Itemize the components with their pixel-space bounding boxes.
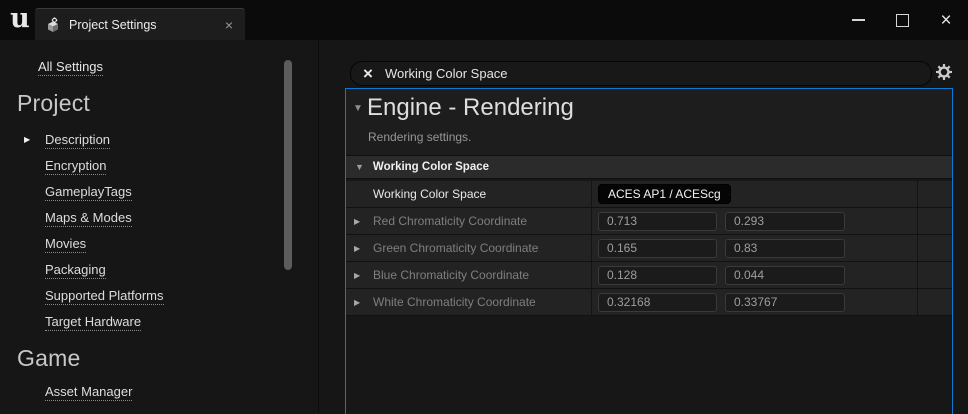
row-working-color-space: Working Color Space ACES AP1 / ACEScg (346, 181, 952, 208)
sidebar-item-packaging[interactable]: Packaging (45, 262, 106, 279)
settings-gear-icon[interactable] (934, 62, 954, 82)
green-y-input[interactable] (725, 239, 845, 258)
tab-close-icon[interactable]: × (225, 18, 233, 32)
settings-sidebar: All Settings Project ▶ Description Encry… (0, 40, 319, 413)
minimize-button[interactable] (848, 10, 868, 30)
window-controls: × (848, 0, 968, 40)
category-header-working-color-space[interactable]: ▼ Working Color Space (346, 155, 952, 179)
maximize-icon (896, 14, 909, 27)
expander-icon[interactable]: ▶ (354, 244, 360, 253)
red-x-input[interactable] (598, 212, 717, 231)
title-bar: u Project Settings × × (0, 0, 968, 40)
sidebar-item-encryption[interactable]: Encryption (45, 158, 106, 175)
search-input[interactable] (383, 65, 931, 82)
clear-search-icon[interactable]: × (363, 65, 373, 82)
category-collapse-icon: ▼ (355, 162, 364, 172)
chevron-down-icon (729, 191, 730, 198)
tab-label: Project Settings (69, 18, 157, 32)
sidebar-item-target-hardware[interactable]: Target Hardware (45, 314, 141, 331)
sidebar-item-description[interactable]: Description (45, 132, 110, 149)
category-label: Working Color Space (373, 161, 489, 173)
tab-project-settings[interactable]: Project Settings × (35, 8, 245, 41)
section-title: Engine - Rendering (367, 94, 574, 122)
expander-icon[interactable]: ▶ (354, 298, 360, 307)
white-y-input[interactable] (725, 293, 845, 312)
property-label: Green Chromaticity Coordinate (373, 241, 538, 255)
dropdown-value: ACES AP1 / ACEScg (608, 187, 721, 201)
close-icon: × (940, 11, 951, 30)
expander-icon[interactable]: ▶ (354, 217, 360, 226)
sidebar-heading-game: Game (17, 345, 80, 372)
unreal-logo-icon: u (7, 2, 33, 34)
section-collapse-icon[interactable]: ▼ (353, 103, 363, 114)
row-white-chromaticity: ▶ White Chromaticity Coordinate (346, 289, 952, 316)
sidebar-item-movies[interactable]: Movies (45, 236, 86, 253)
sidebar-item-all-settings[interactable]: All Settings (38, 59, 103, 76)
blue-x-input[interactable] (598, 266, 717, 285)
row-blue-chromaticity: ▶ Blue Chromaticity Coordinate (346, 262, 952, 289)
sidebar-item-supported-platforms[interactable]: Supported Platforms (45, 288, 164, 305)
project-settings-icon (45, 17, 61, 33)
close-button[interactable]: × (936, 10, 956, 30)
sidebar-item-asset-manager[interactable]: Asset Manager (45, 384, 132, 401)
blue-y-input[interactable] (725, 266, 845, 285)
sidebar-scrollbar[interactable] (284, 60, 292, 270)
expander-icon[interactable]: ▶ (354, 271, 360, 280)
selected-item-arrow-icon: ▶ (24, 135, 30, 144)
sidebar-heading-project: Project (17, 90, 90, 117)
row-red-chromaticity: ▶ Red Chromaticity Coordinate (346, 208, 952, 235)
settings-detail-panel: ▼ Engine - Rendering Rendering settings.… (345, 88, 953, 414)
settings-search-box[interactable]: × (350, 61, 932, 86)
property-label: Blue Chromaticity Coordinate (373, 268, 529, 282)
property-table: Working Color Space ACES AP1 / ACEScg ▶ … (346, 181, 952, 316)
sidebar-item-gameplaytags[interactable]: GameplayTags (45, 184, 132, 201)
property-label: Working Color Space (373, 187, 486, 201)
section-subtitle: Rendering settings. (368, 130, 471, 144)
section-header: ▼ Engine - Rendering Rendering settings. (346, 89, 952, 155)
red-y-input[interactable] (725, 212, 845, 231)
white-x-input[interactable] (598, 293, 717, 312)
row-green-chromaticity: ▶ Green Chromaticity Coordinate (346, 235, 952, 262)
color-space-dropdown[interactable]: ACES AP1 / ACEScg (598, 184, 731, 204)
sidebar-item-maps-modes[interactable]: Maps & Modes (45, 210, 132, 227)
property-label: Red Chromaticity Coordinate (373, 214, 527, 228)
green-x-input[interactable] (598, 239, 717, 258)
minimize-icon (852, 19, 865, 21)
property-label: White Chromaticity Coordinate (373, 295, 536, 309)
maximize-button[interactable] (892, 10, 912, 30)
